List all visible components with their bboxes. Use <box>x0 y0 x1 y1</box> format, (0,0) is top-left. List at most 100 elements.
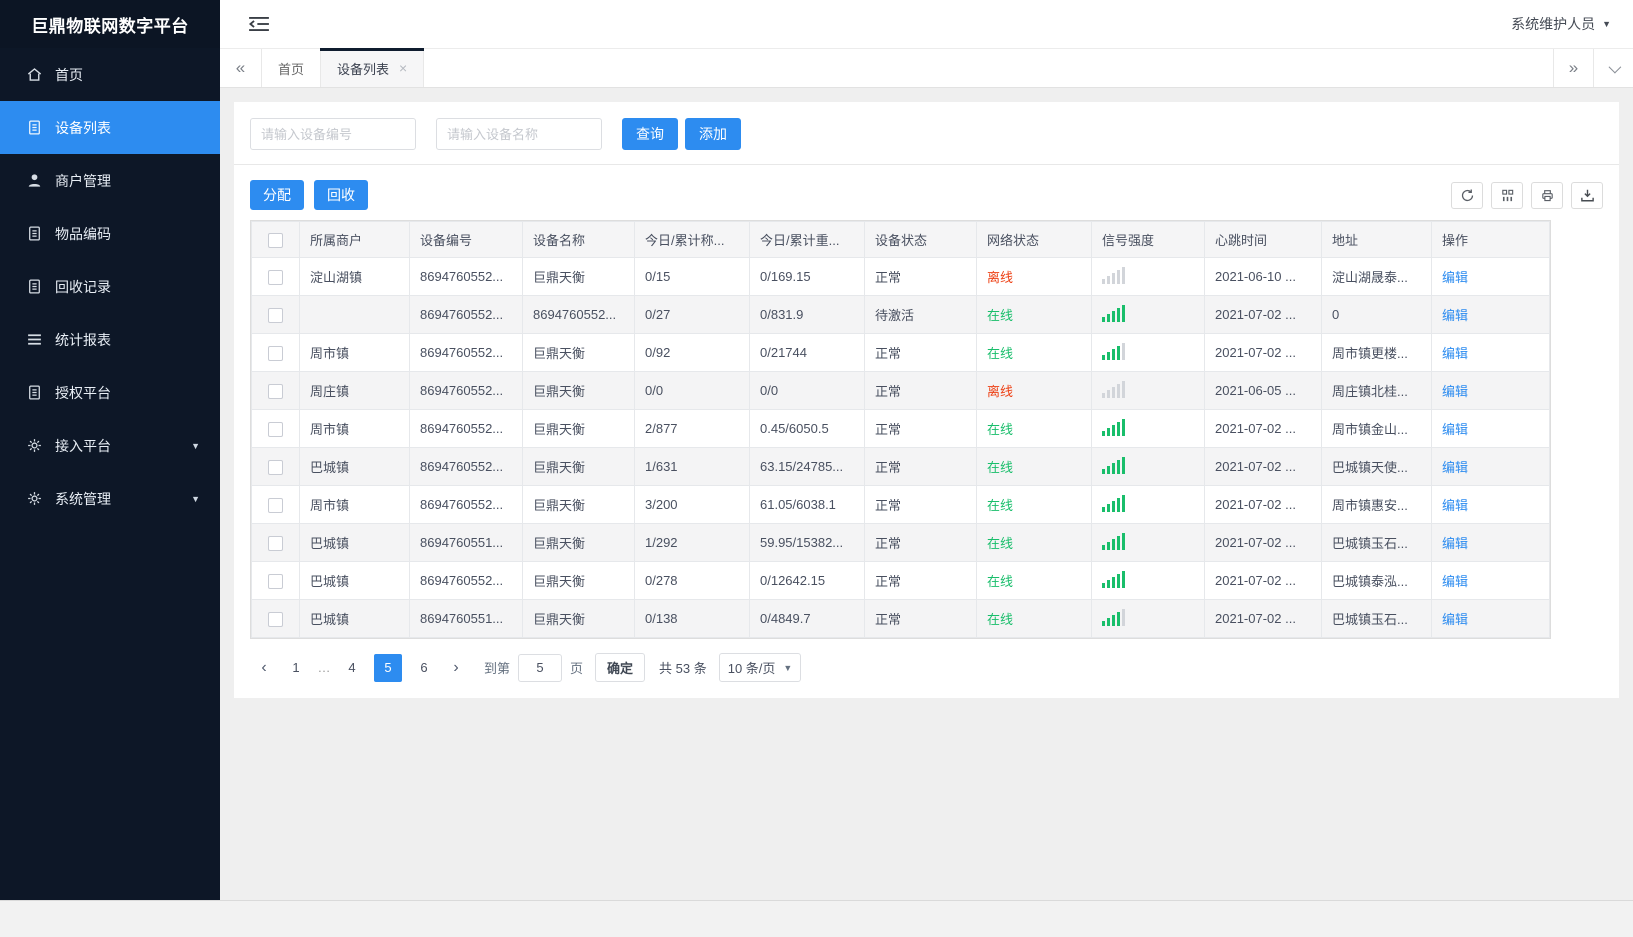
table-tools <box>1451 181 1603 209</box>
cell-address: 周庄镇北桂... <box>1321 371 1432 410</box>
row-checkbox[interactable] <box>268 383 283 399</box>
row-checkbox[interactable] <box>268 535 283 551</box>
page-size-select[interactable]: 10 条/页 ▼ <box>718 653 802 682</box>
edit-link[interactable]: 编辑 <box>1442 308 1468 323</box>
cell-actions: 编辑 <box>1431 523 1550 562</box>
main-area: 系统维护人员 ▼ « 首页 设备列表 × » 查询 添加 <box>220 0 1633 900</box>
refresh-icon[interactable] <box>1451 181 1483 209</box>
user-menu[interactable]: 系统维护人员 ▼ <box>1511 14 1611 34</box>
page-number-1[interactable]: 1 <box>282 654 310 682</box>
edit-link[interactable]: 编辑 <box>1442 422 1468 437</box>
page-content: 查询 添加 分配 回收 所属商户设备编号设备名称今日/累计称...今日/累计重.… <box>220 88 1633 900</box>
edit-link[interactable]: 编辑 <box>1442 270 1468 285</box>
export-icon[interactable] <box>1571 181 1603 209</box>
chevron-down-icon: ▼ <box>1602 19 1611 29</box>
cell-actions: 编辑 <box>1431 257 1550 296</box>
cell-merchant: 周市镇 <box>299 409 410 448</box>
header-cell: 地址 <box>1321 221 1432 258</box>
next-page-icon[interactable]: › <box>442 654 470 682</box>
sidebar-item-label: 设备列表 <box>55 119 111 136</box>
sidebar-item-home-首页[interactable]: 首页 <box>0 48 220 101</box>
sidebar-item-user-商户管理[interactable]: 商户管理 <box>0 154 220 207</box>
cell-device-no: 8694760552... <box>409 257 523 296</box>
row-checkbox[interactable] <box>268 459 283 475</box>
edit-link[interactable]: 编辑 <box>1442 384 1468 399</box>
assign-button[interactable]: 分配 <box>250 180 304 210</box>
edit-link[interactable]: 编辑 <box>1442 574 1468 589</box>
total-count: 共 53 条 <box>659 661 707 676</box>
row-checkbox[interactable] <box>268 497 283 513</box>
cell-today-count: 0/27 <box>634 295 750 334</box>
prev-page-icon[interactable]: ‹ <box>250 654 278 682</box>
row-checkbox[interactable] <box>268 269 283 285</box>
table-row: 8694760552... 8694760552... 0/27 0/831.9 待激活… <box>251 295 1550 334</box>
sidebar-item-doc-授权平台[interactable]: 授权平台 <box>0 366 220 419</box>
confirm-button[interactable]: 确定 <box>595 653 646 682</box>
cell-device-status: 正常 <box>864 333 977 372</box>
edit-link[interactable]: 编辑 <box>1442 536 1468 551</box>
table-row: 周市镇 8694760552... 巨鼎天衡 3/200 61.05/6038.1 正常在… <box>251 485 1550 524</box>
cell-today-count: 0/278 <box>634 561 750 600</box>
cell-device-status: 正常 <box>864 523 977 562</box>
cell-signal <box>1091 371 1205 410</box>
page-number-6[interactable]: 6 <box>410 654 438 682</box>
cell-today-count: 0/138 <box>634 599 750 638</box>
edit-link[interactable]: 编辑 <box>1442 612 1468 627</box>
page-number-4[interactable]: 4 <box>338 654 366 682</box>
menu-collapse-icon[interactable] <box>248 15 270 33</box>
sidebar-item-doc-设备列表[interactable]: 设备列表 <box>0 101 220 154</box>
cell-address: 巴城镇泰泓... <box>1321 561 1432 600</box>
add-button[interactable]: 添加 <box>685 118 741 150</box>
table-row: 周庄镇 8694760552... 巨鼎天衡 0/0 0/0 正常 离线 2021-06-05… <box>251 371 1550 410</box>
sidebar-item-gear-系统管理[interactable]: 系统管理 ▼ <box>0 472 220 525</box>
columns-icon[interactable] <box>1491 181 1523 209</box>
cell-device-name: 巨鼎天衡 <box>522 257 635 296</box>
cell-signal <box>1091 447 1205 486</box>
edit-link[interactable]: 编辑 <box>1442 346 1468 361</box>
cell-device-name: 巨鼎天衡 <box>522 409 635 448</box>
signal-bars-icon <box>1102 494 1125 512</box>
device-name-input[interactable] <box>436 118 602 150</box>
sidebar-item-gear-接入平台[interactable]: 接入平台 ▼ <box>0 419 220 472</box>
select-all-checkbox[interactable] <box>268 232 283 248</box>
row-checkbox[interactable] <box>268 611 283 627</box>
edit-link[interactable]: 编辑 <box>1442 460 1468 475</box>
tabs-scroll-left-icon[interactable]: « <box>220 49 262 87</box>
tabs-menu-icon[interactable] <box>1593 49 1633 87</box>
query-button[interactable]: 查询 <box>622 118 678 150</box>
cell-device-name: 8694760552... <box>522 295 635 334</box>
print-icon[interactable] <box>1531 181 1563 209</box>
row-checkbox[interactable] <box>268 421 283 437</box>
sidebar-item-lines-统计报表[interactable]: 统计报表 <box>0 313 220 366</box>
device-table: 所属商户 设备编号 设备名称 今日/累计称... 今日/累计重... 设备状态 网络状态 信号… <box>250 220 1551 639</box>
cell-merchant: 周庄镇 <box>299 371 410 410</box>
tab-设备列表[interactable]: 设备列表 × <box>320 48 425 87</box>
page-number-5[interactable]: 5 <box>374 653 402 682</box>
page-input[interactable] <box>518 653 563 682</box>
table-row: 周市镇 8694760552... 巨鼎天衡 0/92 0/21744 正常 在线 2021-… <box>251 333 1550 372</box>
device-no-input[interactable] <box>250 118 416 150</box>
sidebar-item-label: 物品编码 <box>55 225 111 242</box>
tab-首页[interactable]: 首页 <box>262 49 322 87</box>
cell-network-status: 在线 <box>976 409 1092 448</box>
network-status-badge: 离线 <box>987 270 1014 285</box>
cell-device-name: 巨鼎天衡 <box>522 447 635 486</box>
row-checkbox[interactable] <box>268 573 283 589</box>
recycle-button[interactable]: 回收 <box>314 180 368 210</box>
row-checkbox[interactable] <box>268 307 283 323</box>
sidebar-item-label: 授权平台 <box>55 384 111 401</box>
network-status-badge: 在线 <box>987 346 1014 361</box>
cell-network-status: 在线 <box>976 561 1092 600</box>
sidebar-item-doc-回收记录[interactable]: 回收记录 <box>0 260 220 313</box>
cell-address: 淀山湖晟泰... <box>1321 257 1432 296</box>
close-icon[interactable]: × <box>399 61 407 75</box>
sidebar-item-label: 统计报表 <box>55 331 111 348</box>
signal-bars-icon <box>1102 380 1125 398</box>
edit-link[interactable]: 编辑 <box>1442 498 1468 513</box>
cell-device-name: 巨鼎天衡 <box>522 333 635 372</box>
table-row: 巴城镇 8694760552... 巨鼎天衡 0/278 0/12642.15 正常 在线 2… <box>251 561 1550 600</box>
sidebar-item-doc-物品编码[interactable]: 物品编码 <box>0 207 220 260</box>
cell-address: 巴城镇天使... <box>1321 447 1432 486</box>
row-checkbox[interactable] <box>268 345 283 361</box>
tabs-scroll-right-icon[interactable]: » <box>1553 49 1593 87</box>
